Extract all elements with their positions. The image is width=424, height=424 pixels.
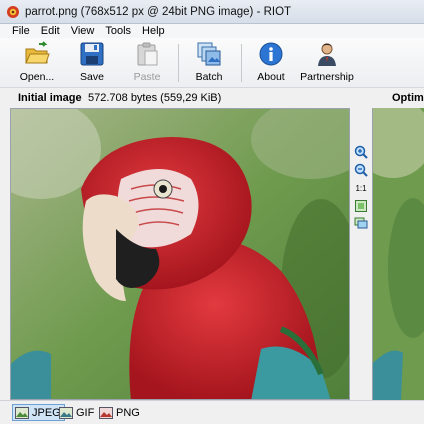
- image-info-bar: Initial image 572.708 bytes (559,29 KiB)…: [0, 88, 424, 108]
- menu-help[interactable]: Help: [136, 25, 170, 37]
- info-icon: [259, 42, 283, 66]
- open-folder-icon: [25, 41, 50, 64]
- optimized-image-pane[interactable]: [372, 108, 424, 400]
- about-label: About: [257, 71, 285, 83]
- format-tabs: JPEG GIF PNG: [0, 400, 424, 424]
- jpeg-format-icon: [15, 406, 29, 419]
- riot-app-icon: [7, 5, 19, 18]
- actual-size-button[interactable]: 1:1: [353, 184, 369, 193]
- optimized-parrot-image: [373, 108, 424, 400]
- optimized-image-title: Optimi: [392, 92, 424, 104]
- toolbar-separator: [241, 44, 242, 82]
- png-format-icon: [99, 406, 113, 419]
- menu-file[interactable]: File: [0, 25, 35, 37]
- save-label: Save: [80, 71, 104, 83]
- initial-image-pane[interactable]: [10, 108, 350, 400]
- tab-png-label: PNG: [116, 406, 140, 419]
- person-icon: [318, 43, 336, 66]
- tab-gif[interactable]: GIF: [57, 404, 97, 421]
- fit-icon[interactable]: [354, 199, 368, 213]
- menu-view[interactable]: View: [65, 25, 100, 37]
- gif-format-icon: [59, 406, 73, 419]
- tab-gif-label: GIF: [76, 406, 95, 419]
- compare-icon[interactable]: [354, 216, 368, 230]
- save-button[interactable]: Save: [64, 40, 120, 86]
- partnership-button[interactable]: Partnership: [299, 40, 355, 86]
- floppy-disk-icon: [80, 42, 104, 66]
- toolbar: Open... Save Paste Batch About Partnersh…: [0, 38, 424, 88]
- batch-button[interactable]: Batch: [181, 40, 237, 86]
- tab-png[interactable]: PNG: [97, 404, 143, 421]
- zoom-out-icon[interactable]: [354, 163, 368, 177]
- open-label: Open...: [19, 71, 55, 83]
- initial-image-title: Initial image: [18, 92, 82, 104]
- open-button[interactable]: Open...: [9, 40, 65, 86]
- about-button[interactable]: About: [243, 40, 299, 86]
- menu-bar: File Edit View Tools Help: [0, 24, 424, 38]
- partnership-label: Partnership: [300, 71, 354, 83]
- batch-images-icon: [197, 42, 221, 66]
- initial-image-size: 572.708 bytes (559,29 KiB): [88, 92, 222, 104]
- zoom-toolbar: 1:1: [351, 108, 371, 400]
- zoom-in-icon[interactable]: [354, 145, 368, 159]
- parrot-image: [11, 109, 349, 399]
- window-title: parrot.png (768x512 px @ 24bit PNG image…: [25, 5, 292, 18]
- menu-tools[interactable]: Tools: [99, 25, 136, 37]
- toolbar-separator: [178, 44, 179, 82]
- batch-label: Batch: [195, 71, 223, 83]
- paste-label: Paste: [133, 71, 161, 83]
- title-bar: parrot.png (768x512 px @ 24bit PNG image…: [0, 0, 424, 24]
- paste-button[interactable]: Paste: [119, 40, 175, 86]
- menu-edit[interactable]: Edit: [35, 25, 65, 37]
- clipboard-icon: [137, 42, 158, 66]
